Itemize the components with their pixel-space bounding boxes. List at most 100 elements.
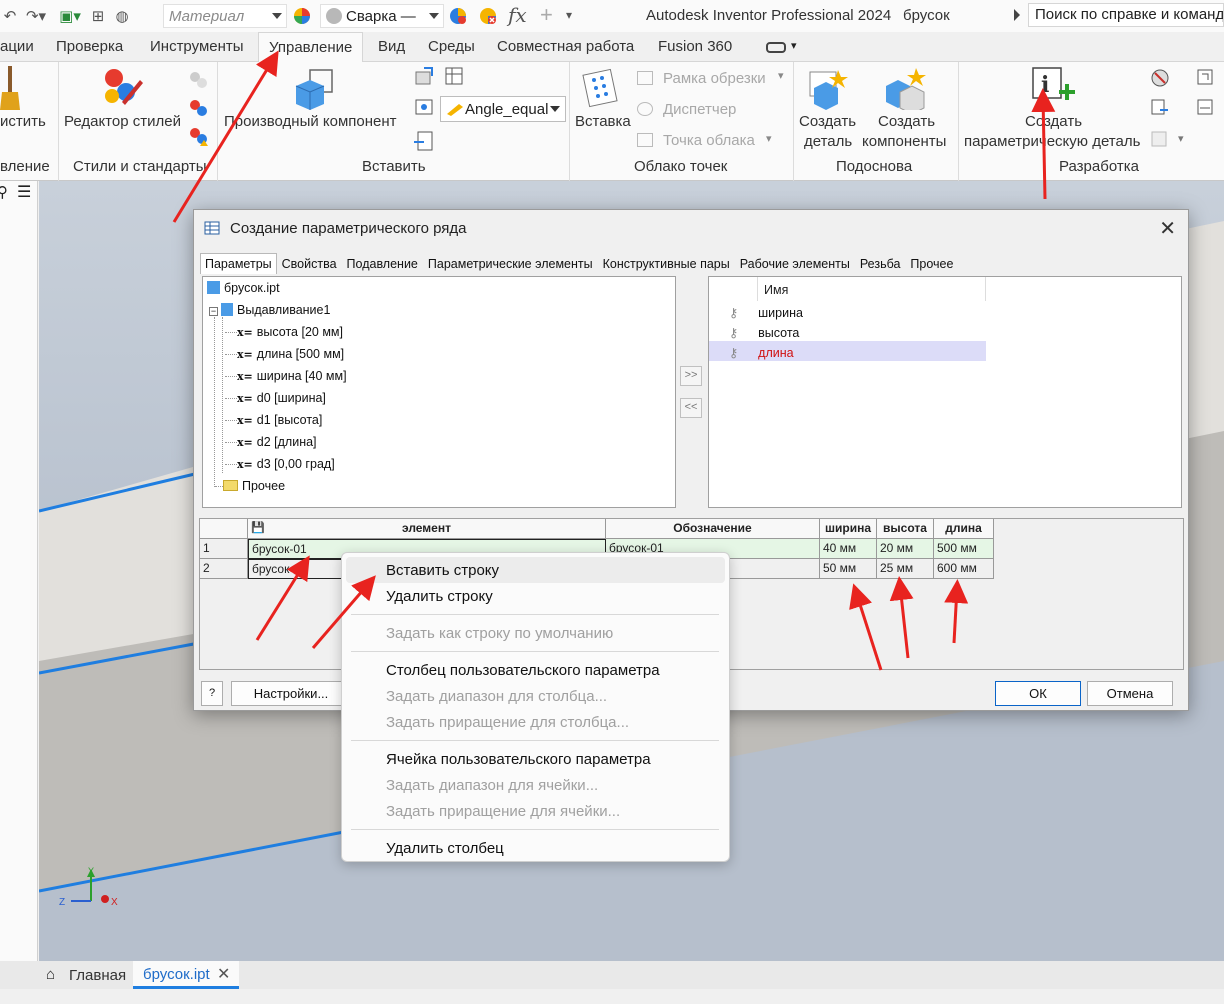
adjust-appearance-icon[interactable] xyxy=(448,6,468,26)
angle-equal-combo[interactable]: Angle_equal xyxy=(440,96,566,122)
table-cell-width[interactable]: 40 мм xyxy=(820,539,877,559)
make-part-label-1[interactable]: Создать xyxy=(799,112,856,132)
table-cell-height[interactable]: 20 мм xyxy=(877,539,934,559)
tab-tools[interactable]: Инструменты xyxy=(150,32,244,62)
ribbon-display-dropdown-icon[interactable]: ▾ xyxy=(791,39,797,52)
color-palette-icon[interactable] xyxy=(292,6,312,26)
tree-param[interactable]: x= d0 [ширина] xyxy=(225,391,326,405)
help-search-input[interactable]: Поиск по справке и команд xyxy=(1028,3,1224,27)
attach-file-icon[interactable] xyxy=(414,130,436,152)
column-header-height[interactable]: высота xyxy=(877,519,934,539)
home-icon[interactable]: ⌂ xyxy=(46,966,55,983)
list-item[interactable]: ⚷ высота xyxy=(729,325,799,340)
purge-broom-icon[interactable] xyxy=(0,66,22,112)
expand-arrow-icon[interactable] xyxy=(1014,9,1020,21)
row-number[interactable]: 2 xyxy=(200,559,248,579)
menu-icon[interactable]: ☰ xyxy=(17,182,31,202)
row-number[interactable]: 1 xyxy=(200,539,248,559)
tab-properties[interactable]: Свойства xyxy=(277,253,342,274)
selected-parameters-list[interactable]: Имя ⚷ ширина ⚷ высота ⚷ длина xyxy=(708,276,1182,508)
ribbon-display-icon[interactable] xyxy=(766,42,786,53)
column-header-width[interactable]: ширина xyxy=(820,519,877,539)
collapse-icon[interactable]: − xyxy=(209,307,218,316)
tree-param[interactable]: x= ширина [40 мм] xyxy=(225,369,347,383)
styles-update-icon[interactable] xyxy=(188,70,210,90)
export-icon[interactable] xyxy=(1150,98,1170,118)
list-item[interactable]: ⚷ ширина xyxy=(729,305,803,320)
table-cell-length[interactable]: 600 мм xyxy=(934,559,994,579)
table-cell-width[interactable]: 50 мм xyxy=(820,559,877,579)
tree-folder[interactable]: Прочее xyxy=(215,479,285,493)
object-icon[interactable] xyxy=(414,98,436,118)
make-components-label-2[interactable]: компоненты xyxy=(862,132,946,152)
tab-ifeatures[interactable]: Параметрические элементы xyxy=(423,253,598,274)
tree-param[interactable]: x= d3 [0,00 град] xyxy=(225,457,335,471)
author-dropdown-icon[interactable]: ▾ xyxy=(1178,132,1184,145)
derive-component-label[interactable]: Производный компонент xyxy=(224,112,397,132)
tab-ipart-mates[interactable]: Конструктивные пары xyxy=(598,253,735,274)
author-tool-1-icon[interactable] xyxy=(1196,68,1216,88)
tab-collaborate[interactable]: Совместная работа xyxy=(497,32,634,62)
remove-parameter-button[interactable]: << xyxy=(680,398,702,418)
tab-annotate[interactable]: ации xyxy=(0,32,34,62)
tab-work-features[interactable]: Рабочие элементы xyxy=(735,253,855,274)
menu-item-custom-param-column[interactable]: Столбец пользовательского параметра xyxy=(386,662,660,679)
point-cloud-insert-icon[interactable] xyxy=(582,68,618,108)
table-icon[interactable] xyxy=(444,66,466,86)
no-entry-icon[interactable] xyxy=(1150,68,1170,88)
style-editor-label[interactable]: Редактор стилей xyxy=(64,112,181,132)
tab-parameters[interactable]: Параметры xyxy=(200,253,277,274)
document-tab-active[interactable]: брусок.ipt ✕ xyxy=(133,961,239,989)
list-header-name[interactable]: Имя xyxy=(764,283,788,297)
column-header-part-number[interactable]: Обозначение xyxy=(606,519,820,539)
home-tab[interactable]: Главная xyxy=(69,967,126,984)
author-tool-2-icon[interactable] xyxy=(1196,98,1216,118)
make-components-icon[interactable] xyxy=(884,68,928,110)
tab-environments[interactable]: Среды xyxy=(428,32,475,62)
tab-inspect[interactable]: Проверка xyxy=(56,32,123,62)
fx-parameters-icon[interactable]: fx xyxy=(508,3,527,27)
tree-param[interactable]: x= длина [500 мм] xyxy=(225,347,344,361)
create-ipart-icon[interactable]: i xyxy=(1031,66,1075,110)
table-cell-height[interactable]: 25 мм xyxy=(877,559,934,579)
import-icon[interactable] xyxy=(414,66,436,86)
create-ipart-label-1[interactable]: Создать xyxy=(1025,112,1082,132)
parameters-tree[interactable]: брусок.ipt − Выдавливание1 x= высота [20 м… xyxy=(202,276,676,508)
tab-manage[interactable]: Управление xyxy=(258,32,364,63)
menu-item-insert-row[interactable]: Вставить строку xyxy=(386,562,499,579)
style-editor-icon[interactable] xyxy=(100,66,144,110)
update-icon[interactable]: ▣▾ xyxy=(52,6,88,26)
customize-qat-icon[interactable]: ▾ xyxy=(566,8,572,22)
redo-icon[interactable]: ↷▾ xyxy=(20,6,52,26)
make-part-label-2[interactable]: деталь xyxy=(804,132,852,152)
column-header-length[interactable]: длина xyxy=(934,519,994,539)
tree-param[interactable]: x= d1 [высота] xyxy=(225,413,322,427)
migrate-styles-icon[interactable] xyxy=(188,126,210,148)
close-icon[interactable]: ✕ xyxy=(1159,216,1176,241)
add-parameter-button[interactable]: >> xyxy=(680,366,702,386)
tab-fusion[interactable]: Fusion 360 xyxy=(658,32,732,62)
tree-root[interactable]: брусок.ipt xyxy=(207,281,280,295)
ok-button[interactable]: ОК xyxy=(995,681,1081,706)
tab-thread[interactable]: Резьба xyxy=(855,253,906,274)
menu-item-delete-row[interactable]: Удалить строку xyxy=(386,588,493,605)
appearance-combo[interactable]: Сварка — xyxy=(320,4,444,28)
undo-icon[interactable]: ↶ xyxy=(0,6,20,26)
point-cloud-insert-label[interactable]: Вставка xyxy=(575,112,631,132)
appearance-mode-icon[interactable]: ◍ xyxy=(108,6,136,26)
tree-feature[interactable]: − Выдавливание1 xyxy=(209,303,330,317)
tree-param[interactable]: x= d2 [длина] xyxy=(225,435,317,449)
material-combo[interactable]: Материал xyxy=(163,4,287,28)
make-part-icon[interactable] xyxy=(808,68,848,110)
tab-suppression[interactable]: Подавление xyxy=(342,253,423,274)
help-icon[interactable]: ? xyxy=(201,681,223,706)
create-ipart-label-2[interactable]: параметрическую деталь xyxy=(964,132,1140,152)
menu-item-custom-param-cell[interactable]: Ячейка пользовательского параметра xyxy=(386,751,651,768)
tab-view[interactable]: Вид xyxy=(378,32,405,62)
tab-other[interactable]: Прочее xyxy=(905,253,958,274)
search-icon[interactable]: ⚲ xyxy=(0,183,8,201)
derive-component-icon[interactable] xyxy=(292,68,336,110)
purge-styles-icon[interactable] xyxy=(188,98,210,118)
list-item[interactable]: ⚷ длина xyxy=(729,345,794,360)
menu-item-delete-column[interactable]: Удалить столбец xyxy=(386,840,504,857)
